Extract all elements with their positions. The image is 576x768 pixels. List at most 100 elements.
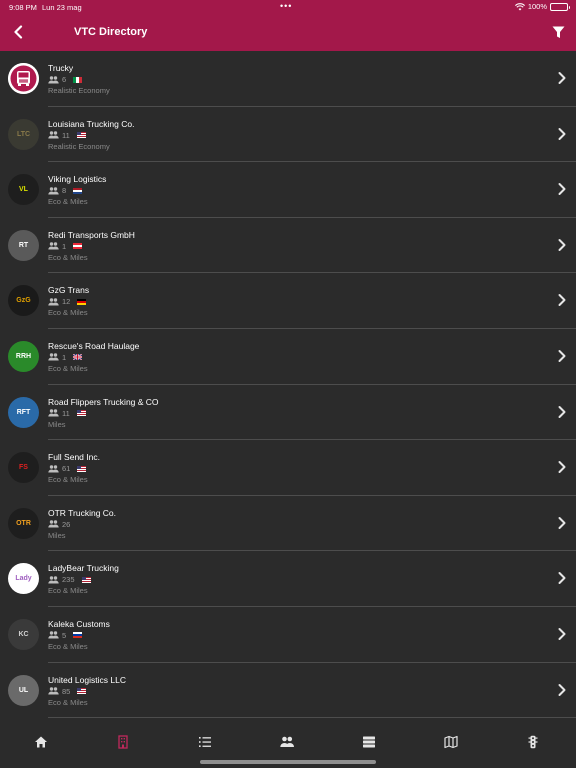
status-date: Lun 23 mag [42,3,82,12]
status-time: 9:08 PM [9,3,37,12]
tab-list[interactable] [197,734,213,750]
flag-gb-icon [73,354,83,361]
status-bar: 9:08 PM Lun 23 mag ••• 100% [0,0,576,14]
vtc-meta: 12 [48,297,87,307]
back-button[interactable] [6,20,30,44]
member-count: 6 [62,75,67,84]
member-count: 1 [62,352,67,362]
vtc-name: Trucky [48,63,74,73]
battery-percent: 100% [527,2,547,11]
flag-us-icon [76,132,86,139]
vtc-row[interactable]: RFT Road Flippers Trucking & CO 11 Miles [0,385,576,441]
vtc-row[interactable]: GzG GzG Trans 12 Eco & Miles [0,273,576,329]
vtc-row[interactable]: KC Kaleka Customs 5 Eco & Miles [0,607,576,663]
flag-us-icon [81,576,91,583]
vtc-row[interactable]: Lady LadyBear Trucking 235 Eco & Miles [0,551,576,607]
tab-home[interactable] [33,734,49,750]
vtc-meta: 1 [48,242,83,251]
vtc-name: OTR Trucking Co. [48,507,117,518]
vtc-logo-text: RRH [15,352,32,360]
vtc-meta: 6 [48,75,83,84]
tab-traffic-light[interactable] [525,734,541,750]
tab-map[interactable] [443,734,459,750]
member-count: 11 [62,130,70,140]
vtc-meta: 11 [48,409,86,418]
vtc-logo: OTR [8,507,39,539]
member-count: 12 [62,297,71,307]
vtc-game-type: Miles [48,530,66,540]
vtc-row[interactable]: FS Full Send Inc. 61 Eco & Miles [0,440,576,496]
chevron-right-icon [557,627,567,641]
vtc-name: United Logistics LLC [48,674,126,685]
vtc-name: Viking Logistics [48,174,107,185]
vtc-row[interactable]: LTC Louisiana Trucking Co. 11 Realistic Eco… [0,107,576,163]
flag-it-icon [73,76,83,83]
vtc-game-type: Eco & Miles [48,308,88,318]
flag-de-icon [77,298,87,305]
vtc-meta: 61 [48,464,87,474]
vtc-name: GzG Trans [48,285,90,296]
chevron-right-icon [557,571,567,585]
vtc-logo: Lady [8,563,39,595]
vtc-logo: RFT [8,396,39,428]
flag-nl-icon [73,187,83,194]
vtc-name: LadyBear Trucking [48,563,119,574]
vtc-meta: 235 [48,575,91,584]
vtc-meta: 1 [48,352,83,362]
vtc-list: Trucky 6 Realistic Economy LTC Louisiana Tru… [0,51,576,726]
tab-users[interactable] [279,734,295,750]
chevron-right-icon [557,127,567,141]
vtc-row[interactable]: VL Viking Logistics 8 Eco & Miles [0,162,576,218]
members-icon [48,631,59,639]
vtc-row[interactable]: UL United Logistics LLC 85 Eco & Miles [0,663,576,719]
multitasking-dots-icon[interactable]: ••• [280,1,292,11]
users-icon [280,736,294,747]
vtc-game-type: Miles [48,419,66,429]
member-count: 85 [62,686,71,696]
vtc-row[interactable]: RT Redi Transports GmbH 1 Eco & Miles [0,218,576,274]
battery-icon [550,2,570,11]
members-icon [48,242,59,250]
vtc-game-type: Eco & Miles [48,697,88,707]
tab-server[interactable] [361,734,377,750]
member-count: 235 [62,575,75,585]
filter-button[interactable] [546,20,570,44]
vtc-row[interactable]: RRH Rescue's Road Haulage 1 Eco & Miles [0,329,576,385]
vtc-meta: 85 [48,686,87,696]
row-divider [48,717,576,719]
vtc-logo: FS [8,452,39,484]
vtc-name: Rescue's Road Haulage [48,340,140,351]
vtc-meta: 8 [48,186,83,195]
flag-us-icon [77,688,87,695]
flag-us-icon [76,410,86,417]
vtc-logo-text: UL [18,686,29,694]
vtc-logo-text: VL [19,186,28,194]
members-icon [48,353,59,361]
vtc-logo-text: OTR [16,519,31,527]
chevron-right-icon [557,349,567,363]
tab-building[interactable] [115,734,131,750]
home-indicator [200,760,376,764]
members-icon [48,75,59,83]
chevron-left-icon [14,25,23,39]
list-icon [199,737,211,747]
app-header: 9:08 PM Lun 23 mag ••• 100% VTC Director… [0,0,576,51]
members-icon [48,409,59,417]
chevron-right-icon [557,516,567,530]
vtc-game-type: Eco & Miles [48,586,88,596]
vtc-meta: 26 [48,520,70,529]
member-count: 61 [62,464,71,474]
members-icon [48,576,59,584]
vtc-logo-text: RT [18,241,29,249]
map-icon [444,735,458,749]
vtc-row[interactable]: OTR OTR Trucking Co. 26 Miles [0,496,576,552]
vtc-logo: RRH [8,340,39,372]
members-icon [48,520,59,528]
filter-icon [552,26,564,38]
vtc-logo-text: KC [18,630,29,638]
member-count: 11 [62,408,70,418]
traffic-light-icon [528,735,538,749]
flag-at-icon [73,243,83,250]
vtc-logo [8,63,39,94]
vtc-row[interactable]: Trucky 6 Realistic Economy [0,51,576,107]
